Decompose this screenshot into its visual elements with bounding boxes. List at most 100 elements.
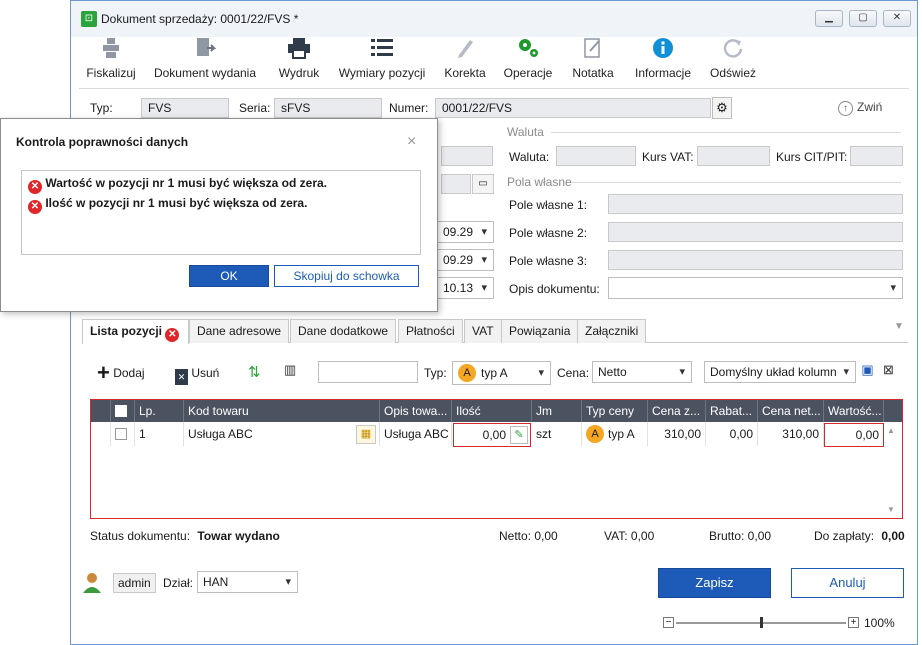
numer-field[interactable]: 0001/22/FVS: [435, 98, 711, 118]
cell-rabat[interactable]: 0,00: [706, 422, 758, 446]
zwin-button[interactable]: ↑ Zwiń: [838, 98, 882, 116]
sort-arrows-icon[interactable]: ⇅: [248, 363, 261, 381]
zoom-level: 100%: [864, 616, 895, 630]
cell-kod-towaru[interactable]: Usługa ABC: [184, 422, 380, 446]
wymiary-pozycji-label: Wymiary pozycji: [338, 66, 426, 80]
window-title: Dokument sprzedaży: 0001/22/FVS *: [101, 12, 299, 26]
tab-dane-dodatkowe[interactable]: Dane dodatkowe: [290, 319, 397, 343]
minimize-button[interactable]: ▁: [815, 10, 843, 27]
save-layout-icon[interactable]: ▣: [859, 362, 876, 382]
date-field-2[interactable]: 09.29: [437, 249, 494, 271]
zoom-slider-thumb[interactable]: [760, 617, 763, 628]
grid-typ-value: typ A: [481, 366, 508, 380]
col-rabat[interactable]: Rabat...: [706, 400, 758, 422]
col-cena-z[interactable]: Cena z...: [648, 400, 706, 422]
cell-wartosc[interactable]: 0,00: [824, 423, 884, 447]
pola-divider: [571, 182, 901, 183]
row-checkbox[interactable]: [111, 422, 135, 446]
cell-opis[interactable]: Usługa ABC: [380, 422, 452, 446]
cell-jm[interactable]: szt: [532, 422, 582, 446]
anuluj-button[interactable]: Anuluj: [791, 568, 904, 598]
plus-icon: +: [97, 360, 110, 385]
cell-ilosc-editor[interactable]: 0,00 ✎: [453, 423, 531, 447]
barcode-icon[interactable]: ▥: [284, 362, 296, 378]
scroll-up-icon[interactable]: ▲: [887, 426, 895, 435]
cell-lp[interactable]: 1: [135, 422, 184, 446]
uklad-kolumn-dropdown[interactable]: Domyślny układ kolumn: [704, 361, 856, 383]
numer-settings-gear-icon[interactable]: ⚙: [712, 97, 732, 119]
opis-label: Opis dokumentu:: [509, 282, 600, 296]
col-opis[interactable]: Opis towa...: [380, 400, 452, 422]
tab-zalaczniki[interactable]: Załączniki: [577, 319, 647, 343]
wymiary-pozycji-button[interactable]: Wymiary pozycji: [337, 37, 427, 85]
col-jm[interactable]: Jm: [532, 400, 582, 422]
maximize-button[interactable]: ▢: [849, 10, 877, 27]
date-field-3[interactable]: 10.13: [437, 277, 494, 299]
zoom-out-button[interactable]: −: [663, 617, 674, 628]
cell-cena-z[interactable]: 310,00: [648, 422, 706, 446]
waluta-field[interactable]: [556, 146, 636, 166]
cell-cena-net[interactable]: 310,00: [758, 422, 824, 446]
col-lp[interactable]: Lp.: [135, 400, 184, 422]
kurs-cit-label: Kurs CIT/PIT:: [776, 150, 848, 164]
waluta-divider: [551, 132, 901, 133]
scroll-down-icon[interactable]: ▼: [887, 505, 895, 514]
dodaj-button[interactable]: + Dodaj: [97, 362, 145, 384]
tab-vat[interactable]: VAT: [464, 319, 502, 343]
dokument-wydania-button[interactable]: Dokument wydania: [153, 37, 257, 85]
pole3-field[interactable]: [608, 250, 903, 270]
grid-typ-dropdown[interactable]: Atyp A: [452, 361, 551, 385]
product-lookup-icon[interactable]: ▦: [356, 425, 376, 444]
cell-typ-ceny[interactable]: Atyp A: [582, 422, 648, 446]
usun-button[interactable]: ✕ Usuń: [175, 362, 219, 385]
date-field-1[interactable]: 09.29: [437, 221, 494, 243]
col-ilosc[interactable]: Ilość: [452, 400, 532, 422]
pole1-field[interactable]: [608, 194, 903, 214]
validation-dialog: Kontrola poprawności danych × ✕ Wartość …: [0, 118, 438, 312]
operacje-button[interactable]: Operacje: [502, 37, 554, 85]
grid-header-checkbox[interactable]: [111, 400, 135, 422]
kurs-cit-field[interactable]: [850, 146, 903, 166]
info-icon: [632, 37, 694, 61]
pole2-field[interactable]: [608, 222, 903, 242]
grid-search-input[interactable]: [318, 361, 418, 383]
close-window-button[interactable]: ✕: [883, 10, 911, 27]
col-wartosc[interactable]: Wartość...: [824, 400, 884, 422]
korekta-button[interactable]: Korekta: [441, 37, 489, 85]
cell-ilosc[interactable]: 0,00: [454, 424, 506, 446]
col-typ-ceny[interactable]: Typ ceny: [582, 400, 648, 422]
zoom-in-button[interactable]: +: [848, 617, 859, 628]
hidden-field-2[interactable]: [441, 174, 471, 194]
hidden-field-1[interactable]: [441, 146, 493, 166]
basket-icon: ⊡: [81, 11, 97, 27]
dialog-close-icon[interactable]: ×: [407, 133, 416, 151]
zapisz-button[interactable]: Zapisz: [658, 568, 771, 598]
card-icon[interactable]: ▭: [472, 174, 494, 194]
error-icon: ✕: [28, 200, 42, 214]
odswiez-button[interactable]: Odśwież: [708, 37, 758, 85]
col-kod-towaru[interactable]: Kod towaru: [184, 400, 380, 422]
dzial-dropdown[interactable]: HAN: [197, 571, 298, 593]
copy-to-clipboard-button[interactable]: Skopiuj do schowka: [274, 265, 419, 287]
seria-field[interactable]: sFVS: [274, 98, 382, 118]
col-cena-net[interactable]: Cena net...: [758, 400, 824, 422]
edit-icon[interactable]: ✎: [510, 426, 528, 444]
tabs-overflow-chevron-icon[interactable]: ▼: [894, 321, 904, 332]
error-icon: ✕: [165, 328, 180, 342]
tab-powiazania[interactable]: Powiązania: [501, 319, 579, 343]
tab-platnosci[interactable]: Płatności: [398, 319, 463, 343]
tab-lista-pozycji[interactable]: Lista pozycji ✕: [82, 319, 189, 344]
kurs-vat-field[interactable]: [697, 146, 770, 166]
row-indicator: [91, 422, 111, 446]
cena-dropdown[interactable]: Netto: [592, 361, 692, 383]
tab-dane-adresowe[interactable]: Dane adresowe: [189, 319, 290, 343]
fiskalizuj-button[interactable]: Fiskalizuj: [85, 37, 137, 85]
opis-dropdown[interactable]: [608, 277, 903, 299]
wydruk-button[interactable]: Wydruk: [274, 37, 324, 85]
informacje-button[interactable]: Informacje: [632, 37, 694, 85]
delete-layout-icon[interactable]: ⊠: [880, 362, 897, 382]
note-icon: [569, 37, 617, 61]
notatka-button[interactable]: Notatka: [569, 37, 617, 85]
ok-button[interactable]: OK: [189, 265, 269, 287]
typ-field[interactable]: FVS: [141, 98, 229, 118]
